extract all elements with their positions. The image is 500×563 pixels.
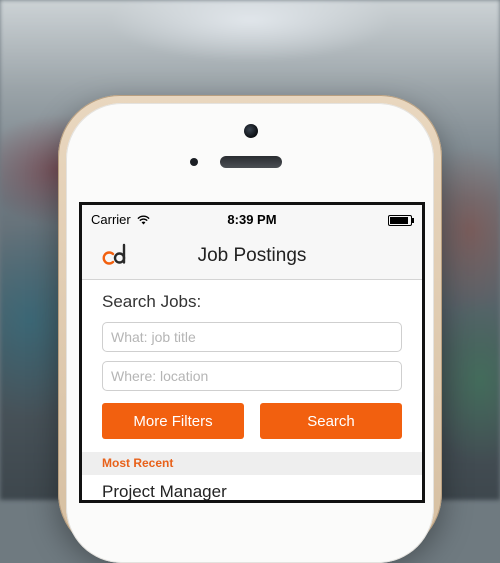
phone-screen: Carrier 8:39 PM Job Postings Search Jobs… [82,205,422,500]
search-button[interactable]: Search [260,403,402,439]
page-title: Job Postings [197,245,307,266]
battery-icon [388,215,414,226]
front-camera [244,124,258,138]
proximity-sensor [190,158,198,166]
status-bar: Carrier 8:39 PM [82,205,422,233]
earpiece-speaker [220,156,282,168]
search-jobs-label: Search Jobs: [102,292,202,311]
button-row: More Filters Search [102,403,402,439]
search-form: Search Jobs: More Filters Search [82,292,422,439]
most-recent-section-header: Most Recent [82,452,422,475]
location-input[interactable] [102,361,402,391]
job-list-item[interactable]: Project Manager [82,475,422,500]
job-title-input[interactable] [102,322,402,352]
clock-time: 8:39 PM [227,212,277,227]
more-filters-button[interactable]: More Filters [102,403,244,439]
navigation-bar: Job Postings [82,233,422,280]
